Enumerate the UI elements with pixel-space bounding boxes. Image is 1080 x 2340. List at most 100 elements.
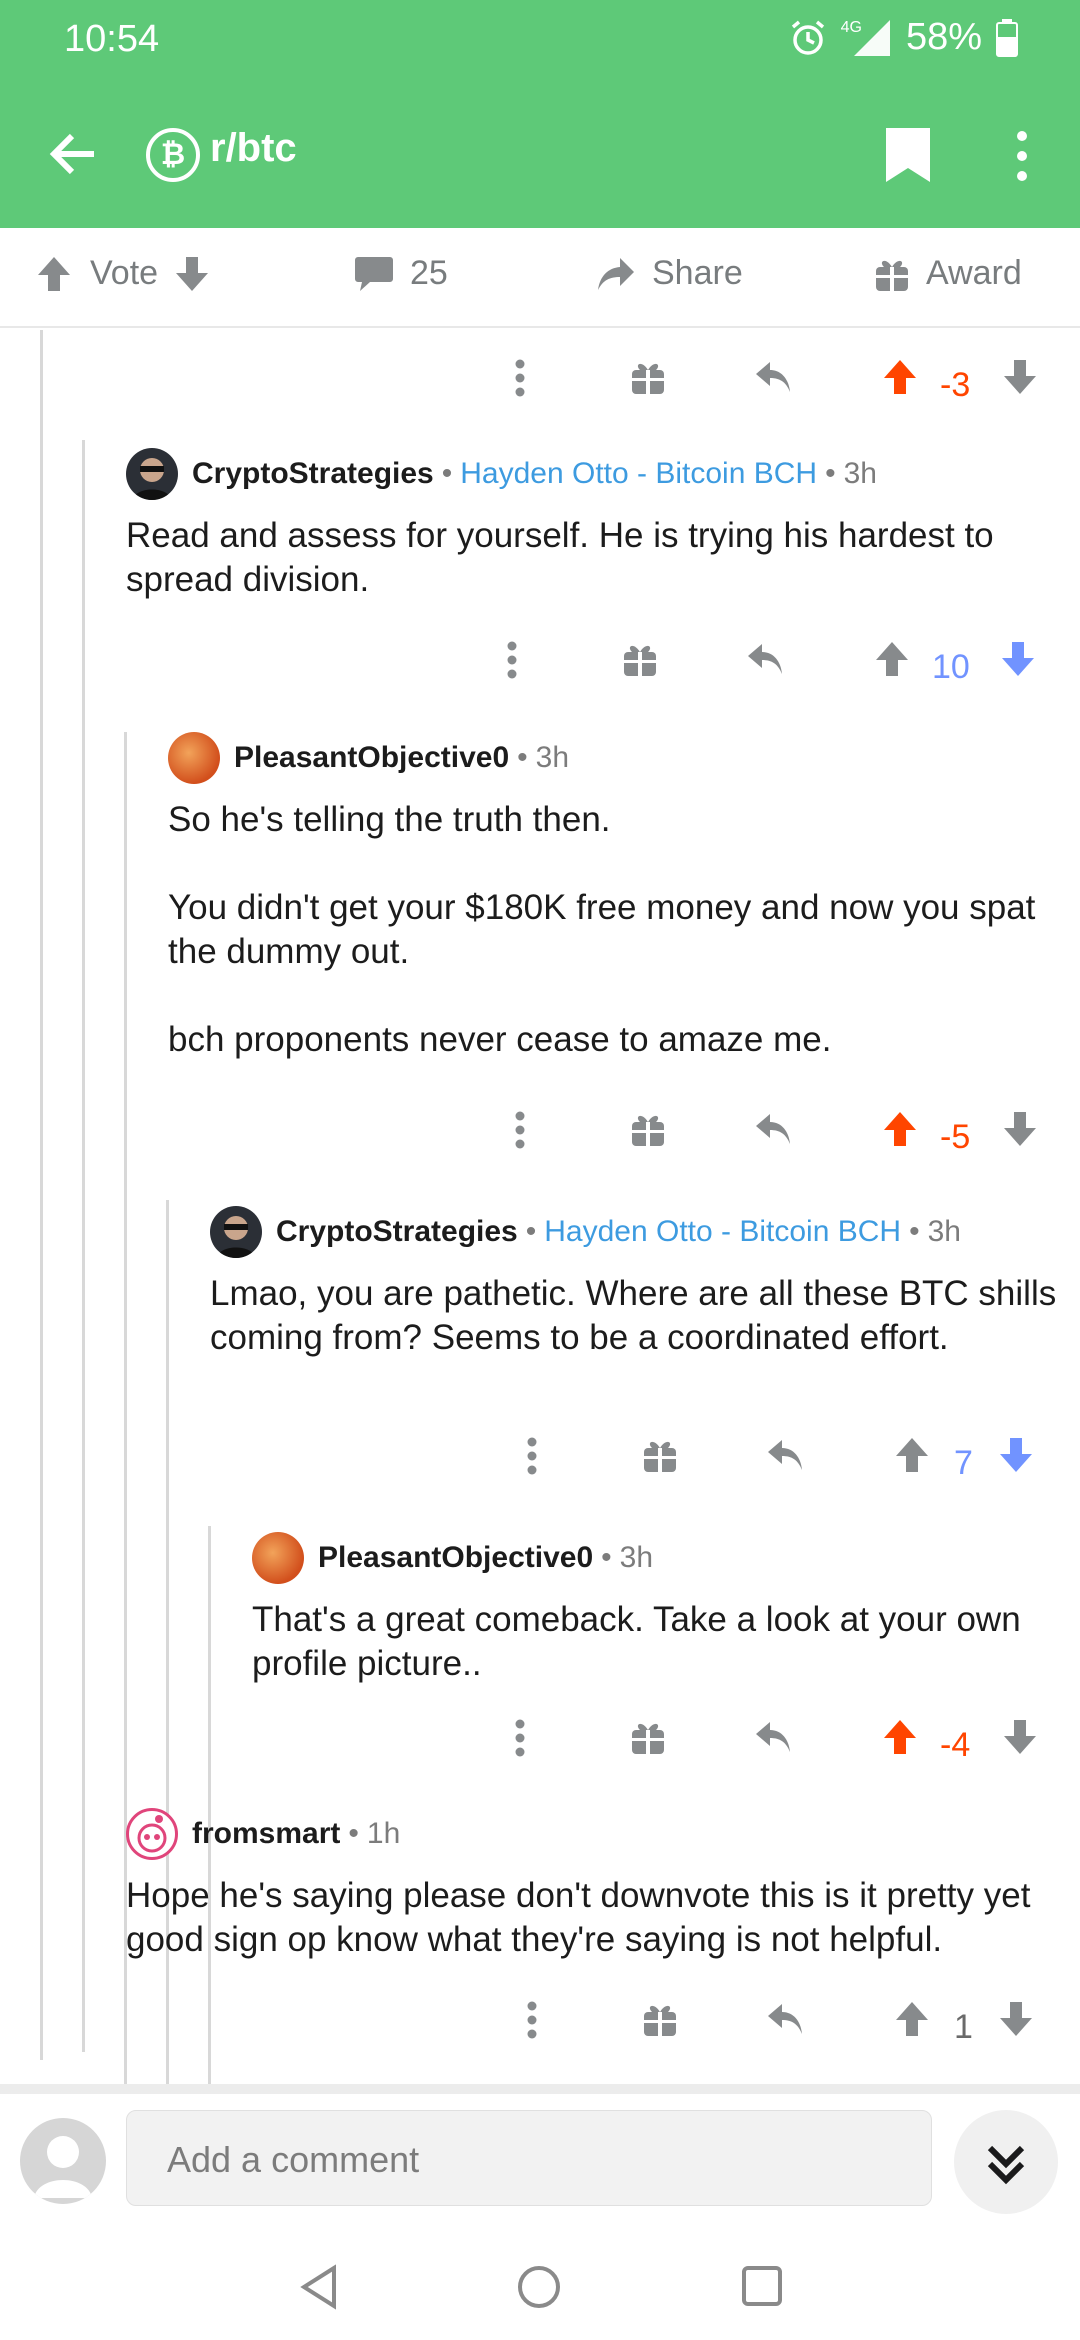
gift-icon[interactable] bbox=[630, 1718, 666, 1756]
add-comment-input[interactable]: Add a comment bbox=[126, 2110, 932, 2206]
reply-icon[interactable] bbox=[754, 1110, 792, 1148]
upvote-icon[interactable] bbox=[882, 1110, 918, 1148]
reply-icon[interactable] bbox=[754, 358, 792, 396]
gift-icon[interactable] bbox=[642, 1436, 678, 1474]
bookmark-icon[interactable] bbox=[884, 126, 932, 184]
upvote-icon[interactable] bbox=[882, 358, 918, 396]
upvote-icon[interactable] bbox=[882, 1718, 918, 1756]
comment-author[interactable]: PleasantObjective0 bbox=[318, 1541, 593, 1575]
comment-body: So he's telling the truth then. You didn… bbox=[168, 800, 1036, 1059]
comment: CryptoStrategies • Hayden Otto - Bitcoin… bbox=[126, 448, 1056, 602]
gift-icon bbox=[876, 260, 908, 293]
user-flair: Hayden Otto - Bitcoin BCH bbox=[544, 1215, 902, 1248]
comment: CryptoStrategies • Hayden Otto - Bitcoin… bbox=[210, 1206, 1060, 1360]
comment-actions: -4 bbox=[514, 1718, 1036, 1778]
share-label: Share bbox=[652, 254, 743, 292]
status-time: 10:54 bbox=[64, 18, 160, 60]
upvote-icon[interactable] bbox=[894, 2000, 930, 2038]
gift-icon[interactable] bbox=[630, 1110, 666, 1148]
more-options-icon[interactable] bbox=[514, 1718, 526, 1758]
comment: PleasantObjective0 • 3h That's a great c… bbox=[252, 1532, 1062, 1686]
comment-actions: 1 bbox=[526, 2000, 1034, 2060]
upvote-icon[interactable] bbox=[894, 1436, 930, 1474]
back-arrow-icon[interactable] bbox=[44, 124, 104, 184]
more-options-icon[interactable] bbox=[526, 1436, 538, 1476]
nav-recents-icon[interactable] bbox=[740, 2264, 784, 2308]
comment-meta: fromsmart • 1h bbox=[126, 1808, 1056, 1860]
gift-icon[interactable] bbox=[630, 358, 666, 396]
comment: fromsmart • 1h Hope he's saying please d… bbox=[126, 1808, 1056, 1962]
more-options-icon[interactable] bbox=[526, 2000, 538, 2040]
upvote-icon[interactable] bbox=[874, 640, 910, 678]
app-header-bg: 10:54 4G 58% ₿ r/btc bbox=[0, 0, 1080, 228]
comment-body: Lmao, you are pathetic. Where are all th… bbox=[210, 1274, 1057, 1357]
reply-icon[interactable] bbox=[766, 1436, 804, 1474]
award-button[interactable]: Award bbox=[874, 254, 1022, 293]
reply-icon[interactable] bbox=[746, 640, 784, 678]
comment-body: That's a great comeback. Take a look at … bbox=[252, 1600, 1021, 1683]
comment-author[interactable]: fromsmart bbox=[192, 1817, 340, 1851]
downvote-icon[interactable] bbox=[998, 1436, 1034, 1474]
reply-icon[interactable] bbox=[766, 2000, 804, 2038]
avatar[interactable] bbox=[20, 2118, 106, 2204]
subreddit-title[interactable]: r/btc bbox=[210, 126, 297, 171]
reply-icon[interactable] bbox=[754, 1718, 792, 1756]
gift-icon[interactable] bbox=[622, 640, 658, 678]
comment-actions: -5 bbox=[514, 1110, 1036, 1170]
bitcoin-logo-icon: ₿ bbox=[146, 128, 200, 182]
comment-composer: Add a comment bbox=[0, 2084, 1080, 2224]
downvote-icon[interactable] bbox=[1000, 640, 1036, 678]
downvote-icon[interactable] bbox=[174, 255, 212, 293]
thread-line-depth-2 bbox=[82, 440, 85, 2052]
collapse-button[interactable] bbox=[954, 2110, 1058, 2214]
downvote-icon[interactable] bbox=[1002, 358, 1038, 396]
user-flair: Hayden Otto - Bitcoin BCH bbox=[460, 457, 818, 490]
vote-label: Vote bbox=[90, 254, 159, 292]
comment-age: 3h bbox=[619, 1541, 654, 1574]
comment-age: 3h bbox=[927, 1215, 961, 1248]
more-options-icon[interactable] bbox=[506, 640, 518, 680]
avatar[interactable] bbox=[168, 732, 220, 784]
comment-meta: PleasantObjective0 • 3h bbox=[252, 1532, 1062, 1584]
alarm-icon bbox=[791, 20, 824, 55]
double-chevron-down-icon bbox=[987, 2145, 1025, 2185]
score: 1 bbox=[954, 2008, 973, 2046]
more-options-icon[interactable] bbox=[514, 1110, 526, 1150]
downvote-icon[interactable] bbox=[998, 2000, 1034, 2038]
comment: PleasantObjective0 • 3h So he's telling … bbox=[168, 732, 1058, 1062]
score: -4 bbox=[940, 1726, 971, 1764]
nav-back-icon[interactable] bbox=[298, 2264, 340, 2310]
comment-meta: CryptoStrategies • Hayden Otto - Bitcoin… bbox=[126, 448, 1056, 500]
comment-author[interactable]: CryptoStrategies bbox=[192, 457, 434, 491]
network-type: 4G bbox=[840, 18, 862, 36]
downvote-icon[interactable] bbox=[1002, 1110, 1038, 1148]
battery-percent: 58% bbox=[905, 16, 982, 58]
comments-button[interactable]: 25 bbox=[354, 254, 448, 293]
thread-line-depth-1 bbox=[40, 330, 43, 2060]
score: -5 bbox=[940, 1118, 971, 1156]
gift-icon[interactable] bbox=[642, 2000, 678, 2038]
comment-author[interactable]: PleasantObjective0 bbox=[234, 741, 509, 775]
comment-age: 1h bbox=[366, 1817, 401, 1850]
system-nav-bar bbox=[0, 2224, 1080, 2340]
nav-home-icon[interactable] bbox=[516, 2264, 562, 2310]
comment-thread: -3 CryptoStrategies • Hayden Otto - Bitc… bbox=[0, 330, 1080, 2094]
comment-age: 3h bbox=[535, 741, 570, 774]
avatar[interactable] bbox=[210, 1206, 262, 1258]
upvote-icon[interactable] bbox=[36, 255, 74, 293]
share-button[interactable]: Share bbox=[596, 254, 743, 293]
post-action-bar: Vote 25 Share Award bbox=[0, 228, 1080, 328]
downvote-icon[interactable] bbox=[1002, 1718, 1038, 1756]
comment-author[interactable]: CryptoStrategies bbox=[276, 1215, 518, 1249]
avatar[interactable] bbox=[252, 1532, 304, 1584]
status-bar: 10:54 4G 58% bbox=[0, 0, 1080, 80]
more-options-icon[interactable] bbox=[514, 358, 526, 398]
avatar[interactable] bbox=[126, 1808, 178, 1860]
avatar[interactable] bbox=[126, 448, 178, 500]
more-options-icon[interactable] bbox=[1010, 128, 1034, 184]
comment-actions: 7 bbox=[526, 1436, 1034, 1496]
comment-actions: 10 bbox=[506, 640, 1034, 700]
comment-body: Read and assess for yourself. He is tryi… bbox=[126, 516, 994, 599]
score: 7 bbox=[954, 1444, 973, 1482]
score: 10 bbox=[932, 648, 970, 686]
